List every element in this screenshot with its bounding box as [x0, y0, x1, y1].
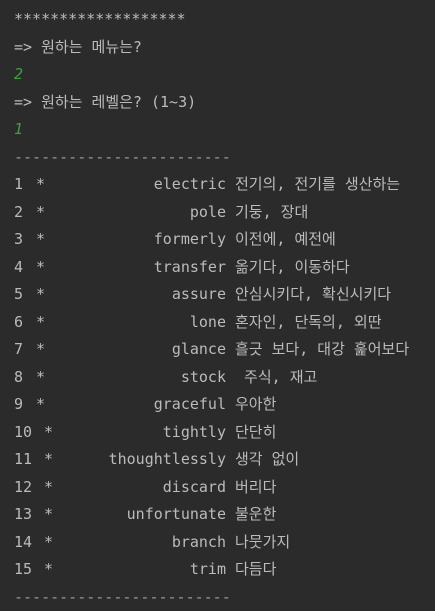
word-star: * — [36, 254, 50, 282]
word-star: * — [36, 336, 50, 364]
english-word: branch — [58, 529, 226, 557]
word-star: * — [36, 226, 50, 254]
word-list: 1*electric전기의, 전기를 생산하는2*pole기둥, 장대3*for… — [14, 171, 435, 584]
word-star: * — [44, 556, 58, 584]
word-row: 7*glance 흘긋 보다, 대강 훑어보다 — [14, 336, 435, 364]
korean-meaning: 버리다 — [235, 474, 276, 502]
korean-meaning: 전기의, 전기를 생산하는 — [235, 171, 400, 199]
word-row: 8*stock 주식, 재고 — [14, 364, 435, 392]
word-row: 5*assure 안심시키다, 확신시키다 — [14, 281, 435, 309]
korean-meaning: 주식, 재고 — [235, 364, 317, 392]
english-word: electric — [50, 171, 226, 199]
word-number: 15 — [14, 556, 44, 584]
word-number: 7 — [14, 336, 36, 364]
word-number: 8 — [14, 364, 36, 392]
korean-meaning: 우아한 — [235, 391, 276, 419]
korean-meaning: 단단히 — [235, 419, 276, 447]
korean-meaning: 기둥, 장대 — [235, 199, 308, 227]
korean-meaning: 이전에, 예전에 — [235, 226, 336, 254]
word-star: * — [36, 171, 50, 199]
word-star: * — [36, 364, 50, 392]
word-star: * — [36, 309, 50, 337]
word-star: * — [36, 281, 50, 309]
english-word: discard — [58, 474, 226, 502]
word-row: 4*transfer 옮기다, 이동하다 — [14, 254, 435, 282]
word-number: 10 — [14, 419, 44, 447]
english-word: formerly — [50, 226, 226, 254]
korean-meaning: 다듬다 — [235, 556, 276, 584]
english-word: tightly — [58, 419, 226, 447]
word-row: 12*discard 버리다 — [14, 474, 435, 502]
word-number: 4 — [14, 254, 36, 282]
korean-meaning: 나뭇가지 — [235, 529, 290, 557]
word-star: * — [44, 419, 58, 447]
level-input-echo: 1 — [14, 116, 435, 144]
word-number: 14 — [14, 529, 44, 557]
word-row: 14*branch 나뭇가지 — [14, 529, 435, 557]
word-row: 13*unfortunate 불운한 — [14, 501, 435, 529]
word-number: 1 — [14, 171, 36, 199]
word-number: 9 — [14, 391, 36, 419]
korean-meaning: 생각 없이 — [235, 446, 299, 474]
english-word: transfer — [50, 254, 226, 282]
english-word: lone — [50, 309, 226, 337]
word-star: * — [44, 529, 58, 557]
english-word: thoughtlessly — [58, 446, 226, 474]
word-star: * — [44, 446, 58, 474]
banner-line: ******************* — [14, 6, 435, 34]
english-word: trim — [58, 556, 226, 584]
word-row: 1*electric 전기의, 전기를 생산하는 — [14, 171, 435, 199]
word-row: 11*thoughtlessly 생각 없이 — [14, 446, 435, 474]
english-word: stock — [50, 364, 226, 392]
word-number: 11 — [14, 446, 44, 474]
console-output: ******************* => 원하는 메뉴는? 2 => 원하는… — [14, 6, 435, 611]
menu-input-echo: 2 — [14, 61, 435, 89]
english-word: assure — [50, 281, 226, 309]
word-star: * — [36, 391, 50, 419]
word-row: 6*lone 혼자인, 단독의, 외딴 — [14, 309, 435, 337]
english-word: pole — [50, 199, 226, 227]
word-number: 6 — [14, 309, 36, 337]
word-row: 3*formerly 이전에, 예전에 — [14, 226, 435, 254]
word-star: * — [44, 474, 58, 502]
english-word: glance — [50, 336, 226, 364]
korean-meaning: 혼자인, 단독의, 외딴 — [235, 309, 382, 337]
word-number: 2 — [14, 199, 36, 227]
word-number: 5 — [14, 281, 36, 309]
menu-prompt: => 원하는 메뉴는? — [14, 34, 435, 62]
word-number: 12 — [14, 474, 44, 502]
separator-top: ------------------------ — [14, 144, 435, 172]
word-star: * — [36, 199, 50, 227]
english-word: graceful — [50, 391, 226, 419]
korean-meaning: 옮기다, 이동하다 — [235, 254, 350, 282]
word-number: 3 — [14, 226, 36, 254]
word-row: 2*pole 기둥, 장대 — [14, 199, 435, 227]
korean-meaning: 안심시키다, 확신시키다 — [235, 281, 391, 309]
english-word: unfortunate — [58, 501, 226, 529]
word-row: 10*tightly 단단히 — [14, 419, 435, 447]
korean-meaning: 흘긋 보다, 대강 훑어보다 — [235, 336, 409, 364]
word-number: 13 — [14, 501, 44, 529]
word-row: 15*trim 다듬다 — [14, 556, 435, 584]
word-star: * — [44, 501, 58, 529]
korean-meaning: 불운한 — [235, 501, 276, 529]
word-row: 9*graceful 우아한 — [14, 391, 435, 419]
level-prompt: => 원하는 레벨은? (1~3) — [14, 89, 435, 117]
